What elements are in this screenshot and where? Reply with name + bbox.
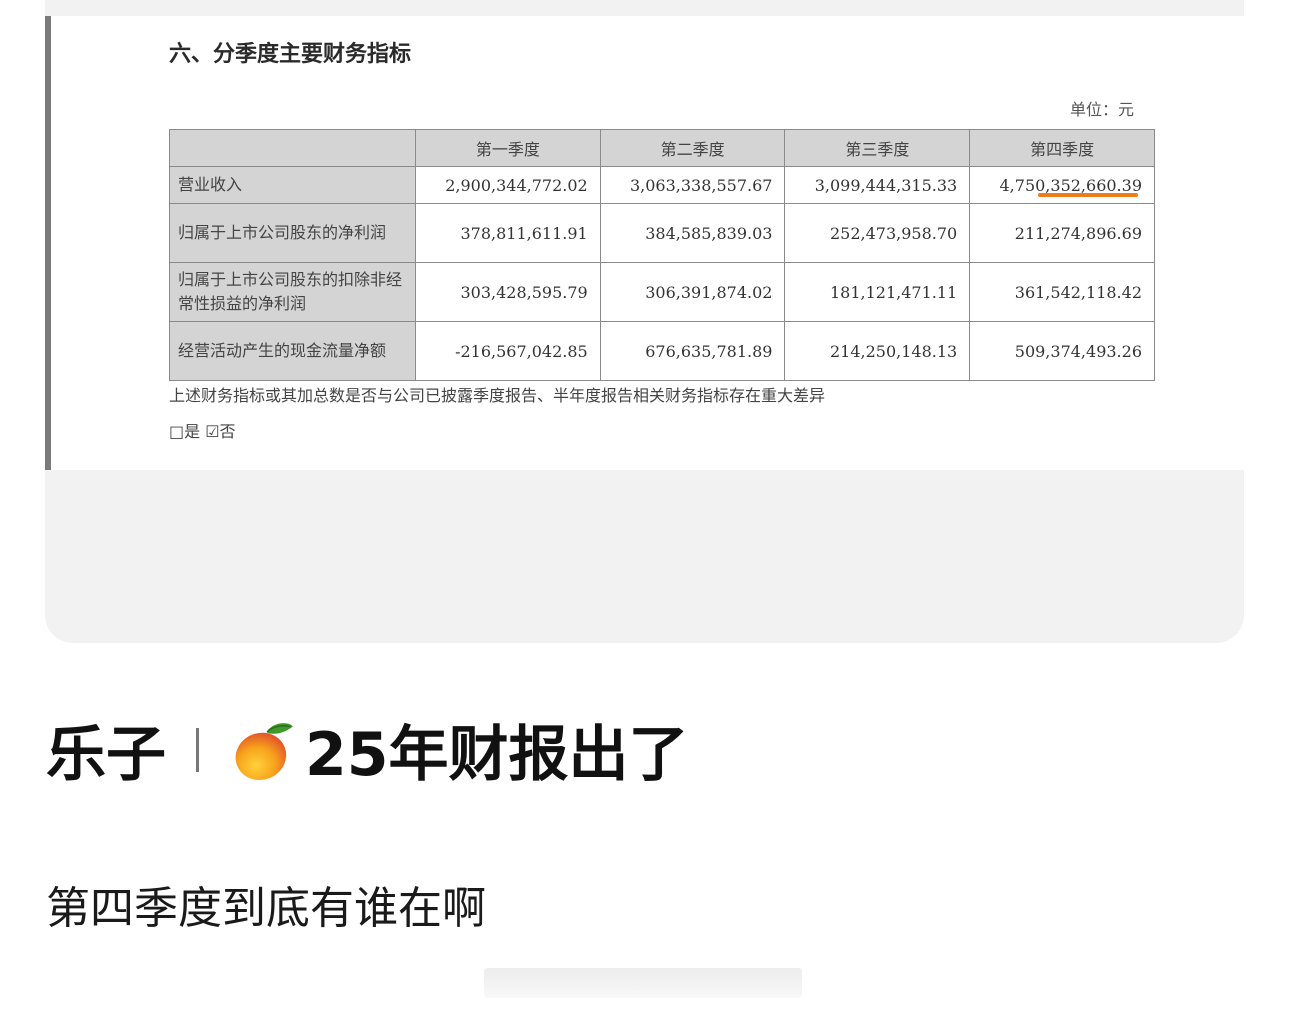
row-label: 经营活动产生的现金流量净额 bbox=[169, 321, 416, 381]
table-cell: 378,811,611.91 bbox=[414, 203, 601, 263]
post-body-text: 第四季度到底有谁在啊 bbox=[46, 883, 486, 934]
mango-icon bbox=[235, 722, 293, 780]
table-cell: 361,542,118.42 bbox=[969, 262, 1155, 322]
table-cell: 303,428,595.79 bbox=[414, 262, 601, 322]
table-header-row: 第一季度 第二季度 第三季度 第四季度 bbox=[169, 129, 1155, 167]
table-row: 经营活动产生的现金流量净额 -216,567,042.85 676,635,78… bbox=[169, 321, 1155, 381]
table-header-q3: 第三季度 bbox=[784, 129, 971, 167]
row-label: 归属于上市公司股东的净利润 bbox=[169, 203, 416, 263]
table-cell: 384,585,839.03 bbox=[599, 203, 786, 263]
table-cell: -216,567,042.85 bbox=[414, 321, 601, 381]
table-cell: 3,099,444,315.33 bbox=[784, 166, 971, 204]
table-cell: 306,391,874.02 bbox=[599, 262, 786, 322]
table-row: 营业收入 2,900,344,772.02 3,063,338,557.67 3… bbox=[169, 166, 1155, 204]
financial-report-image: 六、分季度主要财务指标 单位：元 第一季度 第二季度 第三季度 第四季度 营业收… bbox=[45, 16, 1244, 470]
table-cell-highlighted: 4,750,352,660.39 bbox=[969, 166, 1155, 204]
table-cell: 211,274,896.69 bbox=[969, 203, 1155, 263]
faded-placeholder-bar bbox=[484, 968, 802, 998]
table-row: 归属于上市公司股东的净利润 378,811,611.91 384,585,839… bbox=[169, 203, 1155, 263]
post-author[interactable]: 乐子 bbox=[46, 706, 166, 793]
report-unit: 单位：元 bbox=[1069, 100, 1134, 119]
table-cell: 3,063,338,557.67 bbox=[599, 166, 786, 204]
table-header-q2: 第二季度 bbox=[599, 129, 786, 167]
report-note: 上述财务指标或其加总数是否与公司已披露季度报告、半年度报告相关财务指标存在重大差… bbox=[169, 386, 826, 405]
table-header-q1: 第一季度 bbox=[414, 129, 601, 167]
row-label: 营业收入 bbox=[169, 166, 416, 204]
row-label: 归属于上市公司股东的扣除非经常性损益的净利润 bbox=[169, 262, 416, 322]
table-row: 归属于上市公司股东的扣除非经常性损益的净利润 303,428,595.79 30… bbox=[169, 262, 1155, 322]
quarterly-financial-table: 第一季度 第二季度 第三季度 第四季度 营业收入 2,900,344,772.0… bbox=[169, 129, 1155, 381]
report-section-title: 六、分季度主要财务指标 bbox=[169, 41, 412, 67]
table-cell: 181,121,471.11 bbox=[784, 262, 971, 322]
title-divider bbox=[196, 727, 199, 772]
report-checkbox-line: □是 ☑否 bbox=[169, 422, 236, 441]
post-title-text: 25年财报出了 bbox=[305, 720, 689, 790]
highlighted-value: 4,750,352,660.39 bbox=[999, 175, 1143, 195]
table-cell: 252,473,958.70 bbox=[784, 203, 971, 263]
table-cell: 2,900,344,772.02 bbox=[414, 166, 601, 204]
table-header-q4: 第四季度 bbox=[969, 129, 1155, 167]
post-image-card[interactable]: 六、分季度主要财务指标 单位：元 第一季度 第二季度 第三季度 第四季度 营业收… bbox=[45, 0, 1244, 643]
post-title: 乐子 25年财报出了 bbox=[46, 706, 689, 793]
table-cell: 676,635,781.89 bbox=[599, 321, 786, 381]
table-header-corner bbox=[169, 129, 416, 167]
table-cell: 509,374,493.26 bbox=[969, 321, 1155, 381]
table-cell: 214,250,148.13 bbox=[784, 321, 971, 381]
